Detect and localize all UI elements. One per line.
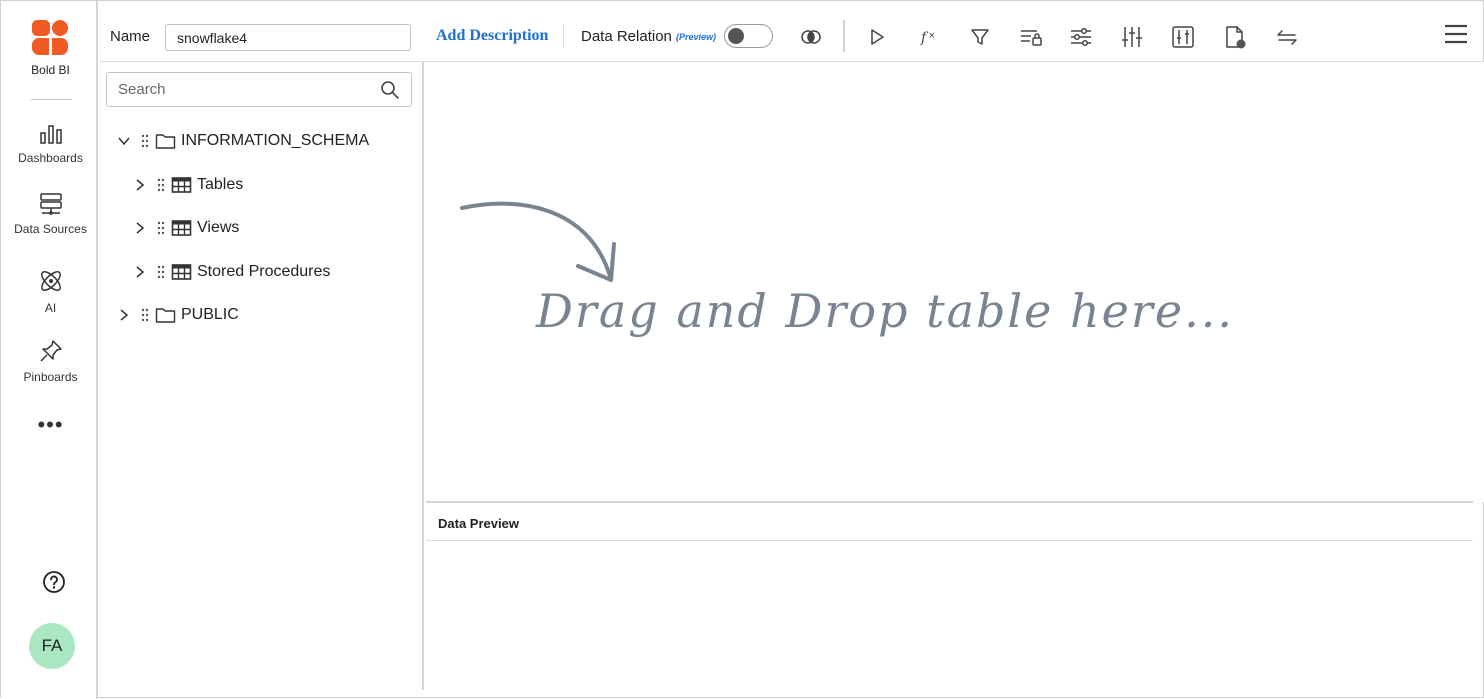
datasource-name-input[interactable] [165, 24, 411, 51]
data-preview-panel: Data Preview [426, 501, 1473, 690]
schema-tree-panel: INFORMATION_SCHEMA Tables Views Stored P… [100, 62, 424, 690]
swap-arrows-icon [1277, 30, 1297, 45]
drop-hint-text: Drag and Drop table here... [536, 284, 1234, 338]
nav-item-dashboards[interactable]: Dashboards [1, 123, 100, 165]
run-button[interactable] [864, 24, 890, 50]
drag-handle-icon[interactable] [141, 307, 149, 323]
drag-handle-icon[interactable] [157, 220, 165, 236]
pin-icon [39, 340, 62, 362]
data-preview-header: Data Preview [426, 503, 1473, 541]
nav-item-label: Dashboards [18, 151, 83, 165]
left-nav: Bold BI Dashboards Data Sources AI Pinbo… [1, 1, 98, 699]
tree-node-label: Views [197, 219, 240, 236]
chevron-right-icon[interactable] [133, 178, 147, 192]
add-description-link[interactable]: Add Description [436, 27, 548, 45]
table-icon [171, 220, 192, 236]
folder-icon [155, 134, 176, 149]
chevron-down-icon[interactable] [117, 134, 131, 148]
top-toolbar: Name Add Description Data Relation (Prev… [100, 10, 1484, 62]
function-icon: f × [920, 30, 936, 46]
table-icon [171, 177, 192, 193]
tree-node-label: Tables [197, 176, 244, 193]
search-input[interactable] [106, 72, 412, 107]
list-lock-icon [1021, 30, 1042, 46]
parameters-button[interactable] [1119, 24, 1145, 50]
tree-node-label: PUBLIC [181, 306, 239, 323]
name-label: Name [110, 28, 151, 45]
hamburger-menu-icon[interactable] [1443, 22, 1469, 46]
toolbar-divider [563, 24, 564, 48]
drag-handle-icon[interactable] [157, 177, 165, 193]
app-window: Bold BI Dashboards Data Sources AI Pinbo… [0, 0, 1484, 699]
nav-item-ai[interactable]: AI [1, 267, 100, 315]
nav-item-label: Data Sources [14, 222, 87, 236]
filter-button[interactable] [967, 24, 993, 50]
tree-node-label: Stored Procedures [197, 263, 331, 280]
data-cache-button[interactable] [1222, 24, 1248, 50]
tree-node-public[interactable]: PUBLIC [117, 303, 239, 327]
expression-button[interactable]: f × [916, 24, 942, 50]
bar-chart-icon [39, 125, 62, 144]
drag-handle-icon[interactable] [141, 133, 149, 149]
tree-node-label: INFORMATION_SCHEMA [181, 132, 370, 149]
chevron-right-icon[interactable] [133, 265, 147, 279]
data-preview-title: Data Preview [438, 516, 519, 531]
toggle-knob [728, 28, 744, 44]
brand-label: Bold BI [31, 63, 70, 77]
curved-arrow-icon [460, 201, 616, 282]
tree-node-information-schema[interactable]: INFORMATION_SCHEMA [117, 129, 369, 153]
settings-button[interactable] [1068, 24, 1094, 50]
row-security-button[interactable] [1018, 24, 1044, 50]
drag-handle-icon[interactable] [157, 264, 165, 280]
tree-node-tables[interactable]: Tables [133, 173, 243, 197]
database-icon [39, 193, 62, 215]
nav-item-label: AI [44, 301, 57, 315]
filter-icon [971, 29, 989, 45]
preview-badge: (Preview) [676, 32, 717, 42]
chevron-right-icon[interactable] [133, 221, 147, 235]
more-options-button[interactable]: ••• [1, 414, 100, 436]
data-relation-toggle[interactable] [724, 24, 773, 48]
user-avatar[interactable]: FA [29, 623, 75, 669]
parameter-panel-button[interactable] [1170, 24, 1196, 50]
data-relation-label: Data Relation [581, 28, 672, 45]
nav-item-data-sources[interactable]: Data Sources [1, 192, 100, 236]
play-icon [871, 29, 884, 45]
venn-join-icon [801, 30, 821, 44]
search-icon[interactable] [380, 80, 400, 100]
table-icon [171, 264, 192, 280]
framed-sliders-icon [1172, 26, 1194, 48]
nav-item-label: Pinboards [23, 370, 78, 384]
tree-node-stored-procedures[interactable]: Stored Procedures [133, 260, 330, 284]
folder-icon [155, 308, 176, 323]
swap-button[interactable] [1274, 24, 1300, 50]
help-icon[interactable] [42, 570, 66, 594]
sliders-horizontal-icon [1071, 27, 1091, 47]
sliders-vertical-icon [1122, 27, 1142, 47]
nav-divider [31, 99, 72, 100]
toolbar-divider [843, 20, 845, 52]
design-canvas-drop-zone[interactable]: Drag and Drop table here... [426, 62, 1484, 502]
chevron-right-icon[interactable] [117, 308, 131, 322]
svg-text:×: × [928, 31, 936, 41]
tree-node-views[interactable]: Views [133, 216, 239, 240]
nav-item-pinboards[interactable]: Pinboards [1, 338, 100, 384]
join-button[interactable] [798, 24, 824, 50]
bold-bi-logo-icon[interactable] [30, 17, 70, 57]
atom-icon [40, 271, 61, 291]
file-status-icon [1226, 26, 1246, 49]
